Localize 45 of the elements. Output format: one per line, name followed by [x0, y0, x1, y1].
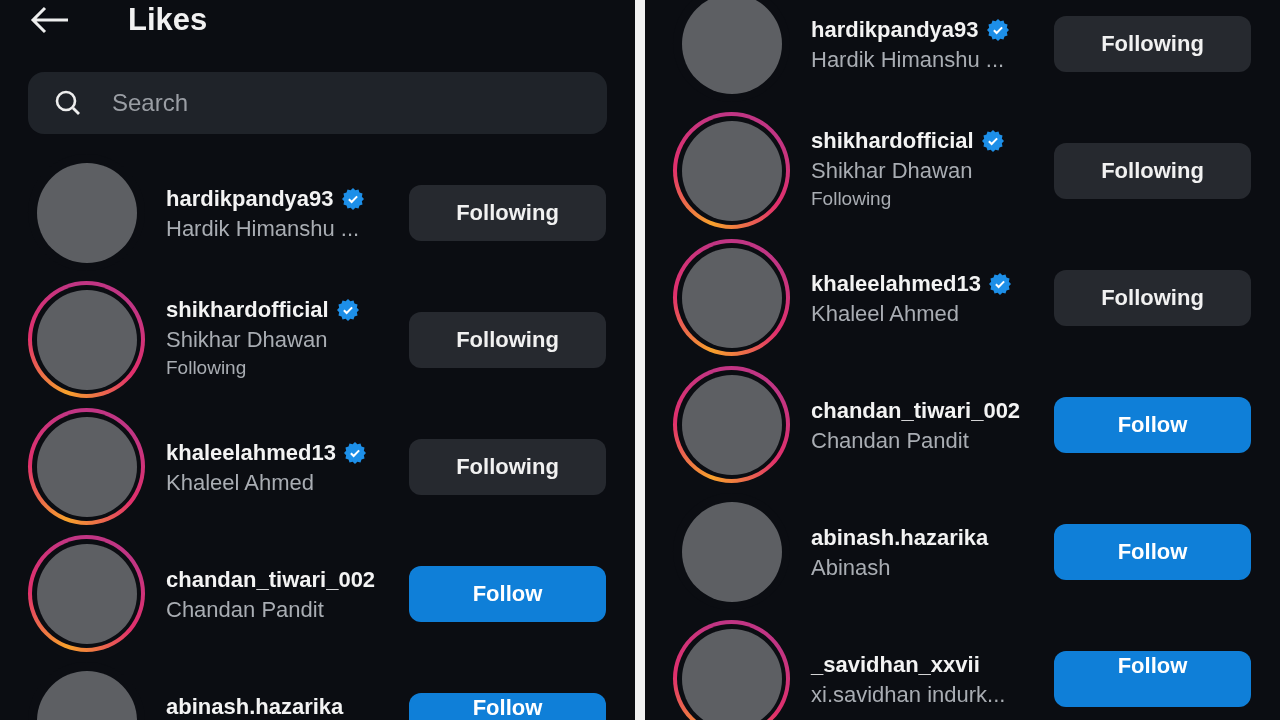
avatar-photo-placeholder[interactable] [36, 289, 137, 390]
username[interactable]: khaleelahmed13 [811, 271, 981, 297]
username[interactable]: hardikpandya93 [811, 17, 979, 43]
avatar-photo-placeholder[interactable] [681, 120, 782, 221]
full-name: xi.savidhan indurk... [811, 682, 1007, 708]
search-field[interactable]: Search [28, 72, 607, 134]
following-button[interactable]: Following [409, 438, 606, 495]
search-icon [54, 89, 82, 117]
mutual-status-text: Following [166, 357, 248, 379]
avatar-photo-placeholder[interactable] [681, 628, 782, 720]
full-name: Shikhar Dhawan [166, 327, 329, 353]
follow-button[interactable]: Follow [409, 692, 606, 720]
full-name: Hardik Himanshu ... [166, 216, 361, 242]
follow-button[interactable]: Follow [1054, 650, 1251, 707]
following-button[interactable]: Following [409, 184, 606, 241]
following-button[interactable]: Following [1054, 269, 1251, 326]
follow-button[interactable]: Follow [409, 565, 606, 622]
full-name: Khaleel Ahmed [811, 301, 960, 327]
following-button[interactable]: Following [1054, 142, 1251, 199]
username[interactable]: hardikpandya93 [166, 186, 334, 212]
avatar-photo-placeholder[interactable] [36, 416, 137, 517]
full-name: Abinash [811, 555, 892, 581]
full-name: Hardik Himanshu ... [811, 47, 1006, 73]
username[interactable]: chandan_tiwari_002 [811, 398, 1021, 424]
username[interactable]: chandan_tiwari_002 [166, 567, 376, 593]
username[interactable]: khaleelahmed13 [166, 440, 336, 466]
avatar-photo-placeholder[interactable] [681, 374, 782, 475]
full-name: Khaleel Ahmed [166, 470, 315, 496]
username[interactable]: shikhardofficial [166, 297, 329, 323]
following-button[interactable]: Following [409, 311, 606, 368]
mutual-status-text: Following [811, 188, 893, 210]
following-button[interactable]: Following [1054, 15, 1251, 72]
username[interactable]: abinash.hazarika [811, 525, 989, 551]
back-arrow-icon[interactable] [30, 6, 70, 34]
follow-button[interactable]: Follow [1054, 396, 1251, 453]
full-name: Chandan Pandit [166, 597, 325, 623]
page-title: Likes [128, 2, 208, 38]
username[interactable]: _savidhan_xxvii [811, 652, 980, 678]
follow-button[interactable]: Follow [1054, 523, 1251, 580]
full-name: Chandan Pandit [811, 428, 970, 454]
avatar-photo-placeholder[interactable] [681, 247, 782, 348]
full-name: Shikhar Dhawan [811, 158, 974, 184]
username[interactable]: abinash.hazarika [166, 694, 344, 720]
username[interactable]: shikhardofficial [811, 128, 974, 154]
avatar-photo-placeholder[interactable] [36, 543, 137, 644]
